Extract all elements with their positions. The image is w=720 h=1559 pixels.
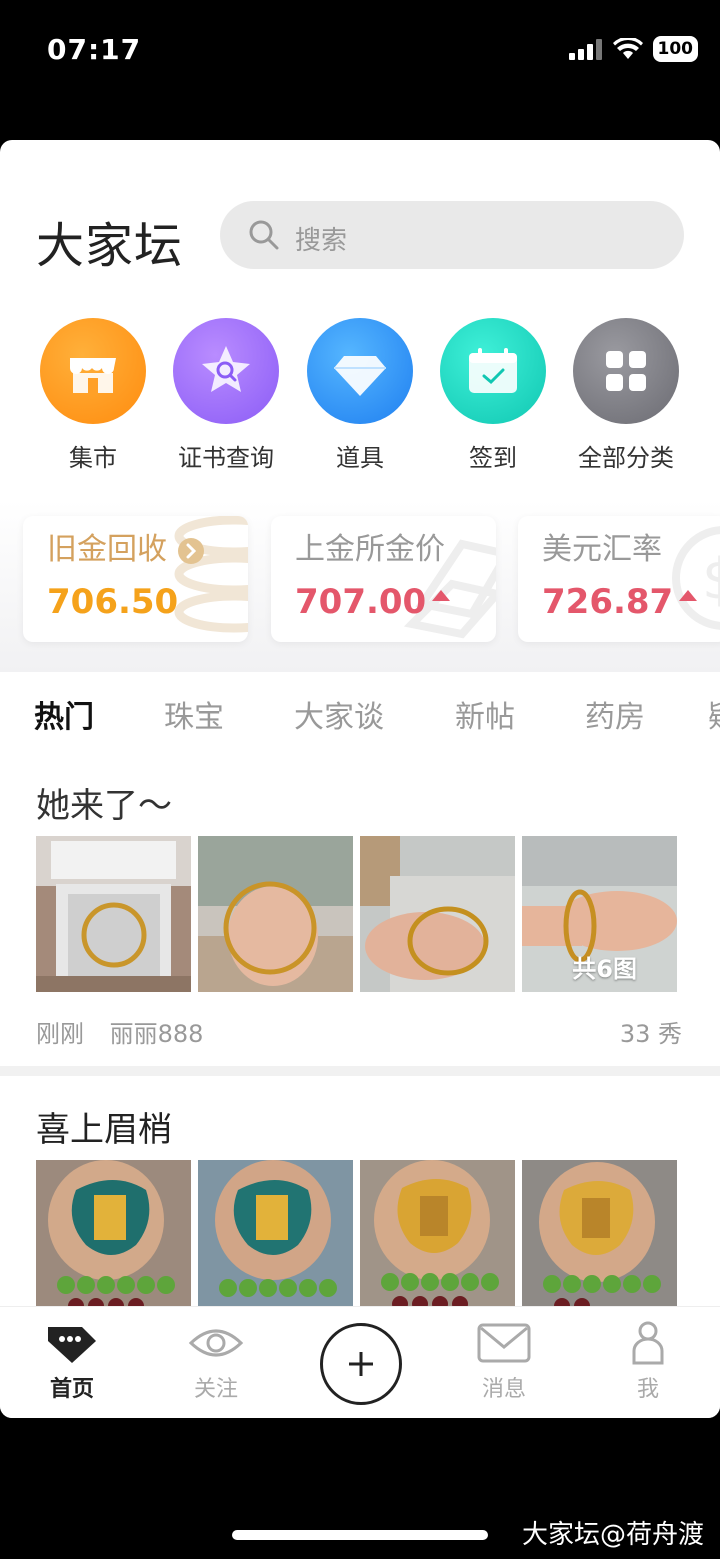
category-label: 集市 [69,444,117,472]
category-checkin[interactable]: 签到 [428,318,558,473]
search-icon [249,220,279,250]
nav-label: 首页 [49,1377,94,1402]
post-card[interactable]: 喜上眉梢 [0,1076,720,1316]
eye-icon [188,1329,244,1357]
photo-count-badge: 共6图 [572,955,637,983]
post-image[interactable] [198,1160,353,1316]
price-title: 上金所金价 [295,532,445,567]
post-stat: 33 秀 [619,1020,682,1048]
category-all[interactable]: 全部分类 [561,318,691,473]
battery-icon: 100 [652,36,698,62]
arrow-up-icon [679,590,698,601]
price-card-sge-gold[interactable]: 上金所金价 707.00 [271,516,496,642]
nav-follow[interactable]: 关注 [166,1321,266,1403]
search-placeholder: 搜索 [295,226,348,256]
category-label: 全部分类 [578,444,674,472]
post-images [36,1160,681,1316]
status-time: 07:17 [47,33,142,66]
nav-home[interactable]: 首页 [22,1321,122,1403]
category-props[interactable]: 道具 [295,318,425,473]
category-label: 签到 [469,444,517,472]
grid-icon [573,318,679,424]
diamond-icon [307,318,413,424]
post-image[interactable] [360,1160,515,1316]
post-card[interactable]: 她来了～ 共6图 刚刚 丽丽888 33 秀 [0,752,720,1066]
price-title: 旧金回收 [47,524,205,568]
category-market[interactable]: 集市 [28,318,158,473]
app-logo: 大家坛 [36,218,184,274]
category-row: 集市 证书查询 道具 签到 全部分类 [0,318,720,472]
price-value: 707.00 [295,582,451,622]
status-icons: 100 [568,36,698,62]
mail-icon [477,1323,531,1363]
status-bar: 07:17 100 [0,0,720,140]
post-image[interactable] [36,1160,191,1316]
plus-icon [349,1352,373,1376]
tab-hot[interactable]: 热门 [34,692,94,736]
price-card-gold-recycle[interactable]: 旧金回收 706.50 [23,516,248,642]
nav-label: 我 [636,1377,659,1402]
watermark-text: 大家坛@荷舟渡 [521,1520,704,1550]
nav-messages[interactable]: 消息 [454,1321,554,1403]
tab-pharmacy[interactable]: 药房 [585,692,645,736]
feed-tabs: 热门 珠宝 大家谈 新帖 药房 疑 [0,672,720,753]
bottom-nav: 首页 关注 消息 我 [0,1306,720,1418]
arrow-up-icon [432,590,451,601]
calendar-check-icon [440,318,546,424]
header: 大家坛 搜索 [0,140,720,274]
post-divider [0,1066,720,1076]
wifi-icon [612,38,643,59]
market-icon [40,318,146,424]
user-icon [632,1321,664,1365]
svg-text:$: $ [702,547,720,612]
post-author[interactable]: 丽丽888 [110,1020,204,1048]
tab-new-posts[interactable]: 新帖 [455,692,515,736]
nav-label: 关注 [193,1377,238,1402]
app-container: 大家坛 搜索 集市 证书查询 道具 签到 全部分类 旧金回收 706.50 上金… [0,140,720,1418]
post-time: 刚刚 [36,1020,84,1048]
new-post-button[interactable] [320,1323,402,1405]
price-title: 美元汇率 [542,532,662,567]
signal-icon [568,39,602,60]
category-certificate[interactable]: 证书查询 [161,318,291,473]
post-image[interactable] [198,836,353,992]
post-title: 喜上眉梢 [36,1110,172,1150]
tab-discussion[interactable]: 大家谈 [294,692,384,736]
tab-jewelry[interactable]: 珠宝 [164,692,224,736]
price-card-usd-rate[interactable]: $ 美元汇率 726.87 [518,516,720,642]
post-title: 她来了～ [36,786,172,826]
post-image[interactable] [522,1160,677,1316]
category-label: 道具 [336,444,384,472]
nav-profile[interactable]: 我 [598,1321,698,1403]
category-label: 证书查询 [178,444,274,472]
post-image[interactable]: 共6图 [522,836,677,992]
home-icon [48,1327,96,1363]
system-bottom: 大家坛@荷舟渡 [0,1418,720,1559]
tab-more[interactable]: 疑 [708,692,720,736]
post-meta: 刚刚 丽丽888 [36,1014,203,1049]
price-value: 706.50 [47,582,179,622]
search-bar[interactable]: 搜索 [220,201,684,269]
chevron-right-icon [177,537,204,564]
price-value: 726.87 [542,582,698,622]
post-image[interactable] [36,836,191,992]
home-indicator[interactable] [232,1530,488,1540]
post-images: 共6图 [36,836,681,992]
nav-label: 消息 [481,1377,526,1402]
certificate-search-icon [173,318,279,424]
post-image[interactable] [360,836,515,992]
